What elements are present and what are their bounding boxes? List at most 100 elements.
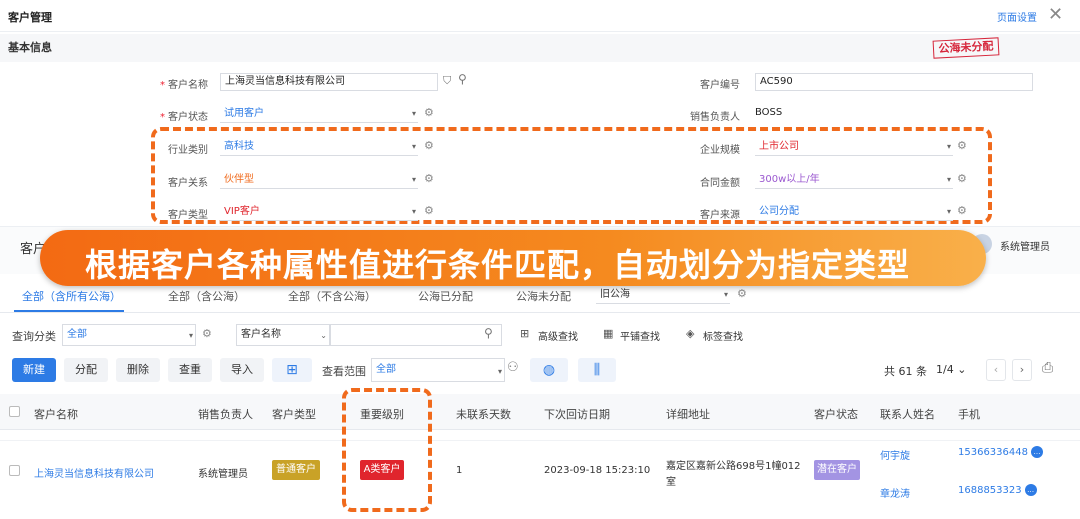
customer-type-select[interactable]: VIP客户 ▾ (220, 203, 418, 221)
import-button[interactable]: 导入 (220, 358, 264, 382)
page-title: 客户管理 (8, 11, 52, 24)
industry-select[interactable]: 高科技 ▾ (220, 138, 418, 156)
search-icon[interactable]: ⚲ (458, 72, 467, 86)
row-checkbox[interactable] (9, 465, 20, 476)
query-category-select[interactable]: 全部 ▾ (62, 324, 196, 346)
relation-label: 客户关系 (168, 178, 208, 189)
gear-icon[interactable]: ⚙ (957, 204, 967, 217)
customer-type-label: 客户类型 (168, 210, 208, 221)
customer-name-link[interactable]: 上海灵当信息科技有限公司 (34, 465, 154, 480)
scope-label: 查看范围 (322, 365, 366, 378)
flat-search-icon[interactable]: ▦ (603, 327, 613, 340)
user-name[interactable]: 系统管理员 (1000, 238, 1050, 253)
next-visit-cell: 2023-09-18 15:23:10 (544, 465, 651, 476)
customer-status-label: * 客户状态 (160, 112, 208, 123)
query-category-label: 查询分类 (12, 330, 56, 343)
advanced-search-button[interactable]: 高级查找 (538, 328, 578, 343)
customer-name-input[interactable]: 上海灵当信息科技有限公司 (220, 73, 438, 91)
customer-name-label: * 客户名称 (160, 80, 208, 91)
contract-amount-label: 合同金额 (700, 178, 740, 189)
chat-icon[interactable]: … (1024, 484, 1037, 496)
sales-owner-value: BOSS (755, 107, 783, 118)
print-icon[interactable]: ⎙ (1042, 360, 1053, 376)
next-page-icon[interactable]: › (1012, 359, 1032, 381)
advanced-search-icon[interactable]: ⊞ (520, 327, 529, 340)
column-header[interactable]: 联系人姓名 (880, 406, 935, 422)
phone-link[interactable]: 15366336448… (958, 446, 1043, 458)
user-filter-icon[interactable]: ⚇ (507, 360, 519, 375)
table-row[interactable] (0, 430, 1080, 510)
tab-all-with-pools[interactable]: 全部（含所有公海） (22, 288, 121, 304)
basic-info-bar (0, 34, 1080, 62)
column-header[interactable]: 下次回访日期 (544, 406, 610, 422)
industry-label: 行业类别 (168, 145, 208, 156)
source-label: 客户来源 (700, 210, 740, 221)
globe-icon[interactable]: ◍ (530, 358, 568, 382)
total-count: 共 61 条 (884, 365, 927, 378)
delete-button[interactable]: 删除 (116, 358, 160, 382)
tab-pool-assigned[interactable]: 公海已分配 (418, 288, 473, 304)
gear-icon[interactable]: ⚙ (957, 172, 967, 185)
gear-icon[interactable]: ⚙ (424, 106, 434, 119)
relation-select[interactable]: 伙伴型 ▾ (220, 171, 418, 189)
level-highlight-box (342, 388, 432, 512)
search-input[interactable] (330, 324, 502, 346)
status-stamp: 公海未分配 (932, 37, 1000, 59)
column-header[interactable]: 销售负责人 (198, 406, 253, 422)
column-header[interactable]: 客户类型 (272, 406, 316, 422)
gear-icon[interactable]: ⚙ (424, 204, 434, 217)
page-select[interactable]: 1/4 ⌄ (936, 363, 966, 376)
tab-all-without-pool[interactable]: 全部（不含公海） (288, 288, 376, 304)
select-all-checkbox[interactable] (9, 406, 20, 417)
days-cell: 1 (456, 465, 463, 476)
shield-icon[interactable]: ⛉ (443, 74, 451, 88)
assign-button[interactable]: 分配 (64, 358, 108, 382)
row-divider (0, 440, 1080, 441)
contact-link[interactable]: 章龙涛 (880, 485, 910, 500)
contract-amount-select[interactable]: 300w以上/年 ▾ (755, 171, 953, 189)
new-button[interactable]: 新建 (12, 358, 56, 382)
owner-cell: 系统管理员 (198, 469, 248, 480)
customer-status-select[interactable]: 试用客户 ▾ (220, 105, 418, 123)
tag-search-button[interactable]: 标签查找 (703, 328, 743, 343)
search-icon[interactable]: ⚲ (484, 326, 493, 340)
scope-select[interactable]: 全部 ▾ (371, 358, 505, 382)
flat-search-button[interactable]: 平铺查找 (620, 328, 660, 343)
old-pool-select[interactable]: 旧公海 ▾ (596, 286, 730, 304)
source-select[interactable]: 公司分配 ▾ (755, 203, 953, 221)
tab-all-with-pool[interactable]: 全部（含公海） (168, 288, 245, 304)
gear-icon[interactable]: ⚙ (737, 287, 747, 300)
phone-link[interactable]: 1688853323… (958, 484, 1037, 496)
dedupe-button[interactable]: 查重 (168, 358, 212, 382)
type-badge: 普通客户 (272, 460, 320, 480)
gear-icon[interactable]: ⚙ (424, 172, 434, 185)
column-header[interactable]: 手机 (958, 406, 980, 422)
contact-link[interactable]: 何宇旋 (880, 447, 910, 462)
gear-icon[interactable]: ⚙ (424, 139, 434, 152)
customer-no-input[interactable]: AC590 (755, 73, 1033, 91)
top-bar (0, 0, 1080, 32)
chat-icon[interactable]: … (1031, 446, 1043, 458)
column-header[interactable]: 客户状态 (814, 406, 858, 422)
chart-icon[interactable]: ⫼ (578, 358, 616, 382)
tag-icon[interactable]: ◈ (686, 327, 694, 340)
page-settings-link[interactable]: 页面设置 (997, 9, 1037, 24)
divider (0, 312, 1080, 313)
grid-icon[interactable]: ⊞ (272, 358, 312, 382)
prev-page-icon[interactable]: ‹ (986, 359, 1006, 381)
field-select[interactable]: 客户名称 ⌄ (236, 324, 330, 346)
gear-icon[interactable]: ⚙ (957, 139, 967, 152)
basic-info-label: 基本信息 (8, 41, 52, 54)
column-header[interactable]: 未联系天数 (456, 406, 511, 422)
address-line-1: 嘉定区嘉新公路698号1幢012 (666, 461, 801, 472)
tab-pool-unassigned[interactable]: 公海未分配 (516, 288, 571, 304)
banner-text: 根据客户各种属性值进行条件匹配，自动划分为指定类型 (85, 246, 911, 284)
gear-icon[interactable]: ⚙ (202, 327, 212, 340)
close-icon[interactable]: ✕ (1048, 4, 1063, 25)
company-size-label: 企业规模 (700, 145, 740, 156)
column-header[interactable]: 详细地址 (666, 406, 710, 422)
customer-no-label: 客户编号 (700, 80, 740, 91)
company-size-select[interactable]: 上市公司 ▾ (755, 138, 953, 156)
column-header[interactable]: 客户名称 (34, 406, 78, 422)
status-badge: 潜在客户 (814, 460, 860, 480)
